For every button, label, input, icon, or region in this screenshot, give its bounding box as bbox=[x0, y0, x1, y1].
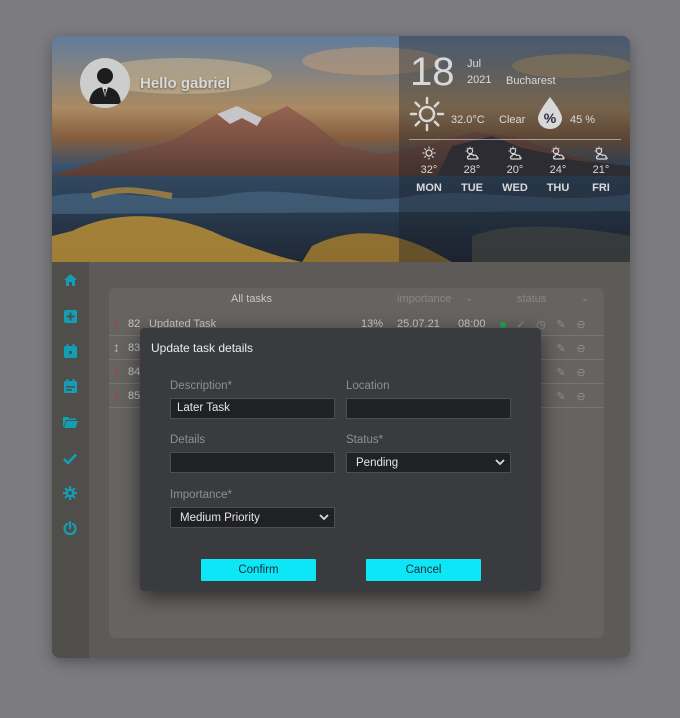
details-label: Details bbox=[170, 434, 206, 446]
description-label: Description* bbox=[170, 380, 232, 392]
importance-label: Importance* bbox=[170, 489, 233, 501]
chevron-down-icon bbox=[495, 459, 505, 466]
chevron-down-icon bbox=[319, 514, 329, 521]
location-label: Location bbox=[346, 380, 390, 392]
location-field[interactable] bbox=[346, 398, 511, 419]
update-task-modal: Update task details Description* Later T… bbox=[140, 328, 541, 591]
modal-title: Update task details bbox=[151, 341, 254, 355]
importance-select[interactable]: Medium Priority bbox=[170, 507, 335, 528]
status-select[interactable]: Pending bbox=[346, 452, 511, 473]
confirm-button[interactable]: Confirm bbox=[201, 559, 316, 581]
importance-select-value: Medium Priority bbox=[180, 512, 260, 524]
cancel-button[interactable]: Cancel bbox=[366, 559, 481, 581]
status-label: Status* bbox=[346, 434, 384, 446]
description-field[interactable]: Later Task bbox=[170, 398, 335, 419]
status-select-value: Pending bbox=[356, 457, 399, 469]
details-field[interactable] bbox=[170, 452, 335, 473]
